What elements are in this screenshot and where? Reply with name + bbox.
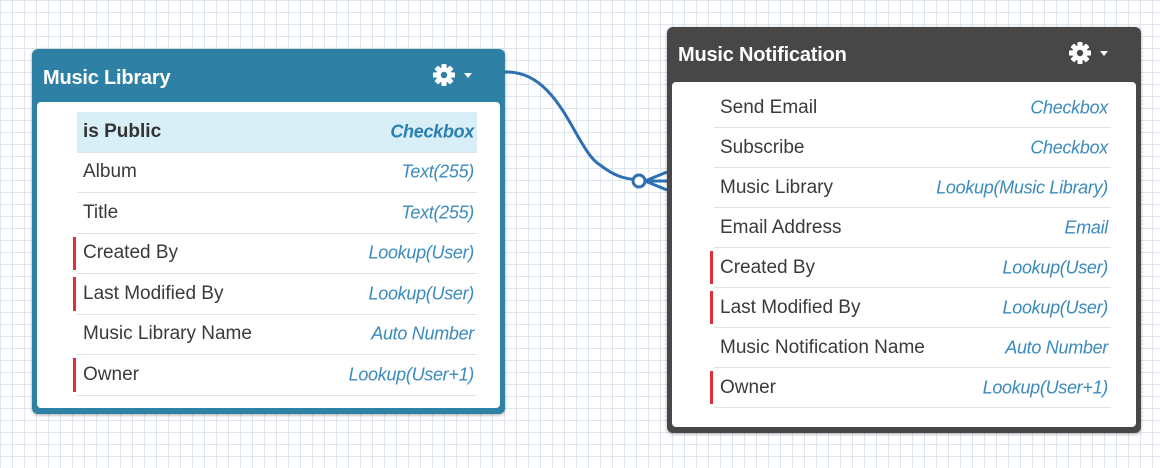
field-row[interactable]: Subscribe Checkbox — [714, 128, 1111, 168]
field-name: Title — [83, 201, 119, 223]
field-type: Lookup(User) — [368, 283, 475, 304]
field-type: Auto Number — [1005, 337, 1108, 357]
field-row[interactable]: Music Notification Name Auto Number — [714, 328, 1111, 368]
field-name: Music Library — [720, 176, 833, 198]
field-list: is Public Checkbox Album Text(255) Title Text… — [73, 112, 477, 396]
object-menu-button[interactable] — [431, 63, 477, 89]
field-row[interactable]: Last Modified By Lookup(User) — [73, 274, 477, 315]
field-name: Album — [83, 161, 137, 183]
field-row[interactable]: Owner Lookup(User+1) — [710, 368, 1111, 408]
caret-down-icon — [1100, 51, 1108, 56]
object-title: Music Library — [43, 67, 171, 89]
object-card-music-library[interactable]: Music Library is Public Checkbox Album Text… — [32, 49, 505, 414]
field-name: Subscribe — [720, 136, 805, 158]
object-header[interactable]: Music Library — [32, 49, 505, 95]
field-name: Last Modified By — [83, 282, 224, 304]
field-type: Checkbox — [390, 121, 474, 142]
field-name: Music Notification Name — [720, 336, 925, 358]
field-type: Text(255) — [401, 202, 474, 223]
field-name: Created By — [720, 256, 816, 278]
field-row[interactable]: is Public Checkbox — [77, 112, 477, 153]
field-type: Lookup(User) — [368, 242, 475, 263]
gear-icon — [1069, 42, 1108, 64]
object-title: Music Notification — [678, 44, 847, 66]
field-type: Checkbox — [1030, 97, 1108, 117]
field-row[interactable]: Email Address Email — [714, 208, 1111, 248]
field-type: Email — [1064, 217, 1108, 237]
object-body: Send Email Checkbox Subscribe Checkbox Music… — [672, 82, 1136, 427]
field-name: Email Address — [720, 216, 842, 238]
field-type: Text(255) — [401, 161, 474, 182]
field-type: Checkbox — [1030, 137, 1108, 157]
required-marker — [710, 251, 713, 284]
required-marker — [710, 291, 713, 324]
field-row[interactable]: Owner Lookup(User+1) — [73, 355, 477, 396]
object-body: is Public Checkbox Album Text(255) Title Text… — [37, 102, 500, 408]
required-marker — [73, 358, 76, 392]
field-type: Lookup(User+1) — [348, 364, 475, 385]
field-list: Send Email Checkbox Subscribe Checkbox Music… — [710, 88, 1111, 408]
required-marker — [710, 371, 713, 404]
field-name: Music Library Name — [83, 323, 252, 345]
field-row[interactable]: Music Library Lookup(Music Library) — [714, 168, 1111, 208]
field-name: Created By — [83, 242, 179, 264]
object-card-music-notification[interactable]: Music Notification Send Email Checkbox Sub… — [667, 27, 1141, 433]
field-name: Owner — [720, 376, 776, 398]
field-type: Lookup(User) — [1002, 297, 1109, 317]
field-name: Send Email — [720, 96, 818, 118]
gear-icon — [433, 64, 472, 86]
field-row[interactable]: Created By Lookup(User) — [710, 248, 1111, 288]
field-row[interactable]: Last Modified By Lookup(User) — [710, 288, 1111, 328]
required-marker — [73, 236, 76, 270]
object-menu-button[interactable] — [1067, 41, 1113, 67]
object-header[interactable]: Music Notification — [667, 27, 1141, 73]
field-name: Owner — [83, 363, 139, 385]
field-row[interactable]: Album Text(255) — [77, 153, 477, 193]
required-marker — [73, 277, 76, 311]
caret-down-icon — [464, 73, 472, 78]
relationship-line — [504, 70, 646, 182]
field-name: is Public — [83, 120, 162, 142]
field-type: Auto Number — [371, 323, 474, 344]
field-name: Last Modified By — [720, 296, 861, 318]
crow-foot-icon — [631, 170, 668, 192]
field-row[interactable]: Music Library Name Auto Number — [77, 315, 477, 355]
field-row[interactable]: Title Text(255) — [77, 193, 477, 234]
field-type: Lookup(User+1) — [982, 377, 1109, 397]
field-type: Lookup(User) — [1002, 257, 1109, 277]
field-type: Lookup(Music Library) — [936, 177, 1108, 197]
field-row[interactable]: Send Email Checkbox — [714, 88, 1111, 128]
field-row[interactable]: Created By Lookup(User) — [73, 234, 477, 274]
